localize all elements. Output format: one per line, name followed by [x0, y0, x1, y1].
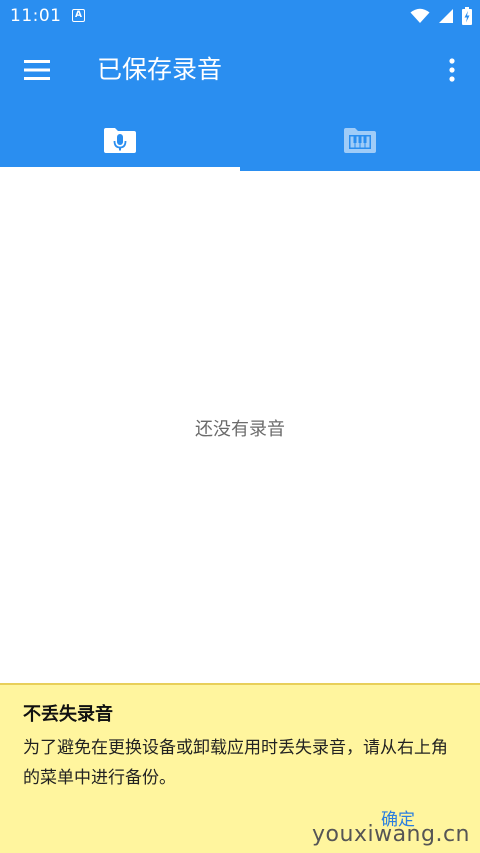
- wifi-icon: [410, 8, 430, 23]
- hamburger-menu-icon: [24, 60, 50, 80]
- recordings-list: 还没有录音: [0, 171, 480, 683]
- accessibility-a-icon: A: [72, 9, 85, 22]
- app-bar: 已保存录音: [0, 32, 480, 108]
- empty-state-message: 还没有录音: [195, 419, 285, 440]
- notice-title: 不丢失录音: [23, 704, 113, 725]
- status-bar: 11:01 A: [0, 0, 480, 32]
- status-icons: [410, 6, 472, 26]
- microphone-folder-icon: [104, 127, 136, 153]
- more-options-button[interactable]: [438, 52, 466, 88]
- more-vertical-icon: [449, 58, 455, 82]
- tab-bar: [0, 108, 480, 171]
- menu-button[interactable]: [18, 52, 56, 88]
- page-title: 已保存录音: [97, 55, 223, 84]
- notice-body: 为了避免在更换设备或卸载应用时丢失录音，请从右上角的菜单中进行备份。: [23, 738, 448, 788]
- piano-folder-icon: [344, 127, 376, 153]
- battery-charging-icon: [462, 7, 472, 25]
- status-time: 11:01: [10, 6, 62, 26]
- tab-recordings[interactable]: [0, 108, 240, 171]
- tab-piano-files[interactable]: [240, 108, 480, 171]
- watermark: youxiwang.cn: [312, 822, 470, 847]
- signal-icon: [439, 9, 453, 23]
